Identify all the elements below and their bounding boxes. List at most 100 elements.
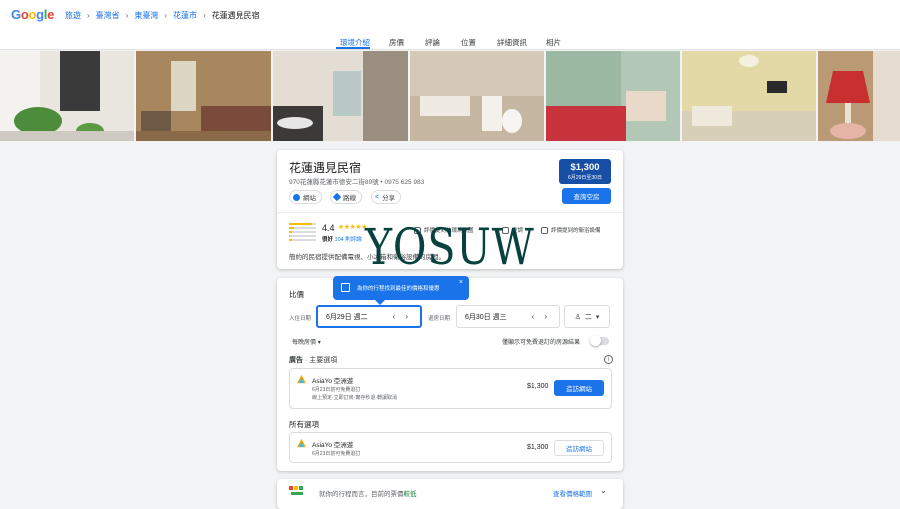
tooltip-text: 為你的行程找到最佳的價格和優惠: [357, 286, 440, 292]
date-arrows-icon[interactable]: ‹ ›: [392, 312, 412, 321]
tooltip-popup: 為你的行程找到最佳的價格和優惠 ×: [333, 276, 469, 305]
visit-site-button[interactable]: 造訪網站: [554, 380, 604, 396]
breadcrumb: 旅遊 › 臺灣省 › 東臺灣 › 花蓮市 › 花蓮遇見民宿: [65, 10, 260, 21]
checkout-date-input[interactable]: 6月30日 週三 ‹ ›: [456, 305, 560, 328]
checkin-date-value: 6月29日 週二: [326, 313, 368, 321]
price-badge[interactable]: $1,300 6月29日至30日: [559, 159, 611, 184]
breadcrumb-separator: ›: [164, 11, 168, 20]
photo-exterior[interactable]: [0, 51, 134, 141]
all-options-heading: 所有選項: [289, 420, 319, 429]
directions-chip-label: 路線: [343, 195, 356, 202]
breadcrumb-east-taiwan[interactable]: 東臺灣: [134, 10, 158, 21]
share-icon: <: [375, 193, 380, 201]
hotel-name: 花蓮遇見民宿: [289, 161, 362, 175]
price-range-icon: [289, 486, 303, 495]
offer-card[interactable]: AsiaYo 亞洲遊 6月23日前可免費退訂 $1,300 造訪網站: [289, 432, 612, 463]
rating-bar-fill: [289, 235, 291, 237]
tab-location[interactable]: 位置: [461, 37, 476, 48]
asiayo-logo-icon: [297, 439, 306, 448]
ads-heading: 廣告 · 主要選項: [289, 355, 337, 365]
offer-price: $1,300: [527, 383, 549, 390]
breadcrumb-current: 花蓮遇見民宿: [211, 11, 260, 20]
close-icon[interactable]: ×: [459, 279, 463, 286]
photo-bathroom[interactable]: [410, 51, 544, 141]
rating-value: 4.4: [322, 223, 335, 233]
rating-distribution: [289, 223, 316, 243]
breadcrumb-separator: ›: [125, 11, 129, 20]
rating-bar-fill: [289, 223, 312, 225]
free-cancel-label: 僅顯示可免費退訂的房源結果: [502, 340, 581, 346]
breadcrumb-travel[interactable]: 旅遊: [65, 10, 81, 21]
rating-bar-1: [289, 239, 316, 241]
ads-label: 廣告: [289, 357, 303, 364]
amenity-label: 評價提到的衛浴設備: [551, 228, 601, 234]
photo-bedroom[interactable]: [136, 51, 271, 141]
offer-name: AsiaYo 亞洲遊: [312, 442, 354, 449]
offer-details: 線上預定·立即訂房·實存秒退·轉讓取消: [312, 395, 397, 401]
bathtub-icon: [541, 226, 548, 234]
review-count-link[interactable]: 104 則評論: [335, 237, 362, 243]
photo-room-red-bed[interactable]: [546, 51, 680, 141]
photo-living-room[interactable]: [682, 51, 816, 141]
breadcrumb-separator: ›: [203, 11, 206, 20]
rating-bar-3: [289, 231, 316, 233]
visit-site-button[interactable]: 造訪網站: [554, 440, 604, 456]
rating-summary[interactable]: 很好 104 則評論: [322, 235, 362, 243]
nightly-price-dropdown[interactable]: 每晚房價 ▾: [292, 337, 321, 346]
active-tab-indicator: [336, 47, 370, 49]
offer-card-ad[interactable]: AsiaYo 亞洲遊 6月23日前可免費退訂 線上預定·立即訂房·實存秒退·轉讓…: [289, 368, 612, 409]
website-chip[interactable]: 網站: [289, 190, 322, 204]
asiayo-logo-icon: [297, 375, 306, 384]
check-availability-button[interactable]: 查詢空房: [562, 188, 611, 204]
price-insight-text: 就你的行程而言，目前的票價較低: [319, 488, 417, 498]
tab-reviews[interactable]: 評論: [425, 37, 440, 48]
share-chip[interactable]: < 分享: [371, 190, 402, 204]
offer-name: AsiaYo 亞洲遊: [312, 378, 354, 385]
checkin-date-input[interactable]: 6月29日 週二 ‹ ›: [316, 305, 422, 328]
amenity-bathroom: 評價提到的衛浴設備: [541, 226, 601, 234]
toggle-knob: [590, 335, 601, 346]
chevron-down-icon: ▾: [317, 340, 321, 346]
guests-value: 二: [584, 313, 592, 321]
compare-title: 比價: [289, 290, 304, 299]
offer-price: $1,300: [527, 444, 549, 451]
photo-decor[interactable]: [818, 51, 900, 141]
price-dates: 6月29日至30日: [568, 175, 602, 181]
tab-photos[interactable]: 相片: [546, 37, 561, 48]
globe-icon: [293, 193, 300, 201]
rating-bar-fill: [289, 227, 295, 229]
rating-bar-5: [289, 223, 316, 225]
share-chip-label: 分享: [382, 195, 396, 202]
breadcrumb-separator: ›: [87, 11, 90, 20]
guests-dropdown[interactable]: ♙ 二 ▾: [564, 305, 610, 328]
price-value: $1,300: [570, 162, 600, 173]
chevron-down-icon: ▾: [595, 313, 600, 321]
tab-bar: 環境介紹 房價 評論 位置 詳細資訊 相片: [0, 32, 900, 50]
hotel-address: 970花蓮縣花蓮市德安二街89號 • 0975 625 983: [289, 179, 425, 186]
website-chip-label: 網站: [303, 195, 316, 202]
view-price-range-link[interactable]: 查看價格範圍: [553, 488, 592, 498]
watermark: YOSUW: [365, 218, 535, 276]
photo-strip[interactable]: [0, 51, 900, 141]
rating-bar-4: [289, 227, 316, 229]
directions-chip[interactable]: 路線: [330, 190, 362, 204]
breadcrumb-hualien[interactable]: 花蓮市: [173, 10, 197, 21]
star-rating-icon: ★★★★★: [338, 224, 367, 231]
info-icon[interactable]: i: [604, 355, 613, 364]
rating-bar-fill: [289, 231, 292, 233]
photo-bathroom-sink[interactable]: [273, 51, 408, 141]
rating-label: 很好: [322, 237, 334, 243]
breadcrumb-taiwan[interactable]: 臺灣省: [96, 10, 120, 21]
tab-details[interactable]: 詳細資訊: [497, 37, 527, 48]
checkin-label: 入住日期: [289, 316, 312, 322]
checkout-label: 退房日期: [428, 316, 451, 322]
free-cancel-toggle[interactable]: [590, 335, 609, 346]
date-arrows-icon[interactable]: ‹ ›: [531, 312, 551, 321]
google-logo[interactable]: Google: [11, 7, 54, 22]
chevron-down-icon[interactable]: ⌄: [600, 486, 607, 495]
rating-bar-fill: [289, 239, 293, 241]
divider: [277, 212, 623, 213]
tab-prices[interactable]: 房價: [389, 37, 404, 48]
nightly-price-label: 每晚房價: [292, 340, 317, 346]
offer-free-cancel: 6月23日前可免費退訂: [312, 387, 361, 393]
